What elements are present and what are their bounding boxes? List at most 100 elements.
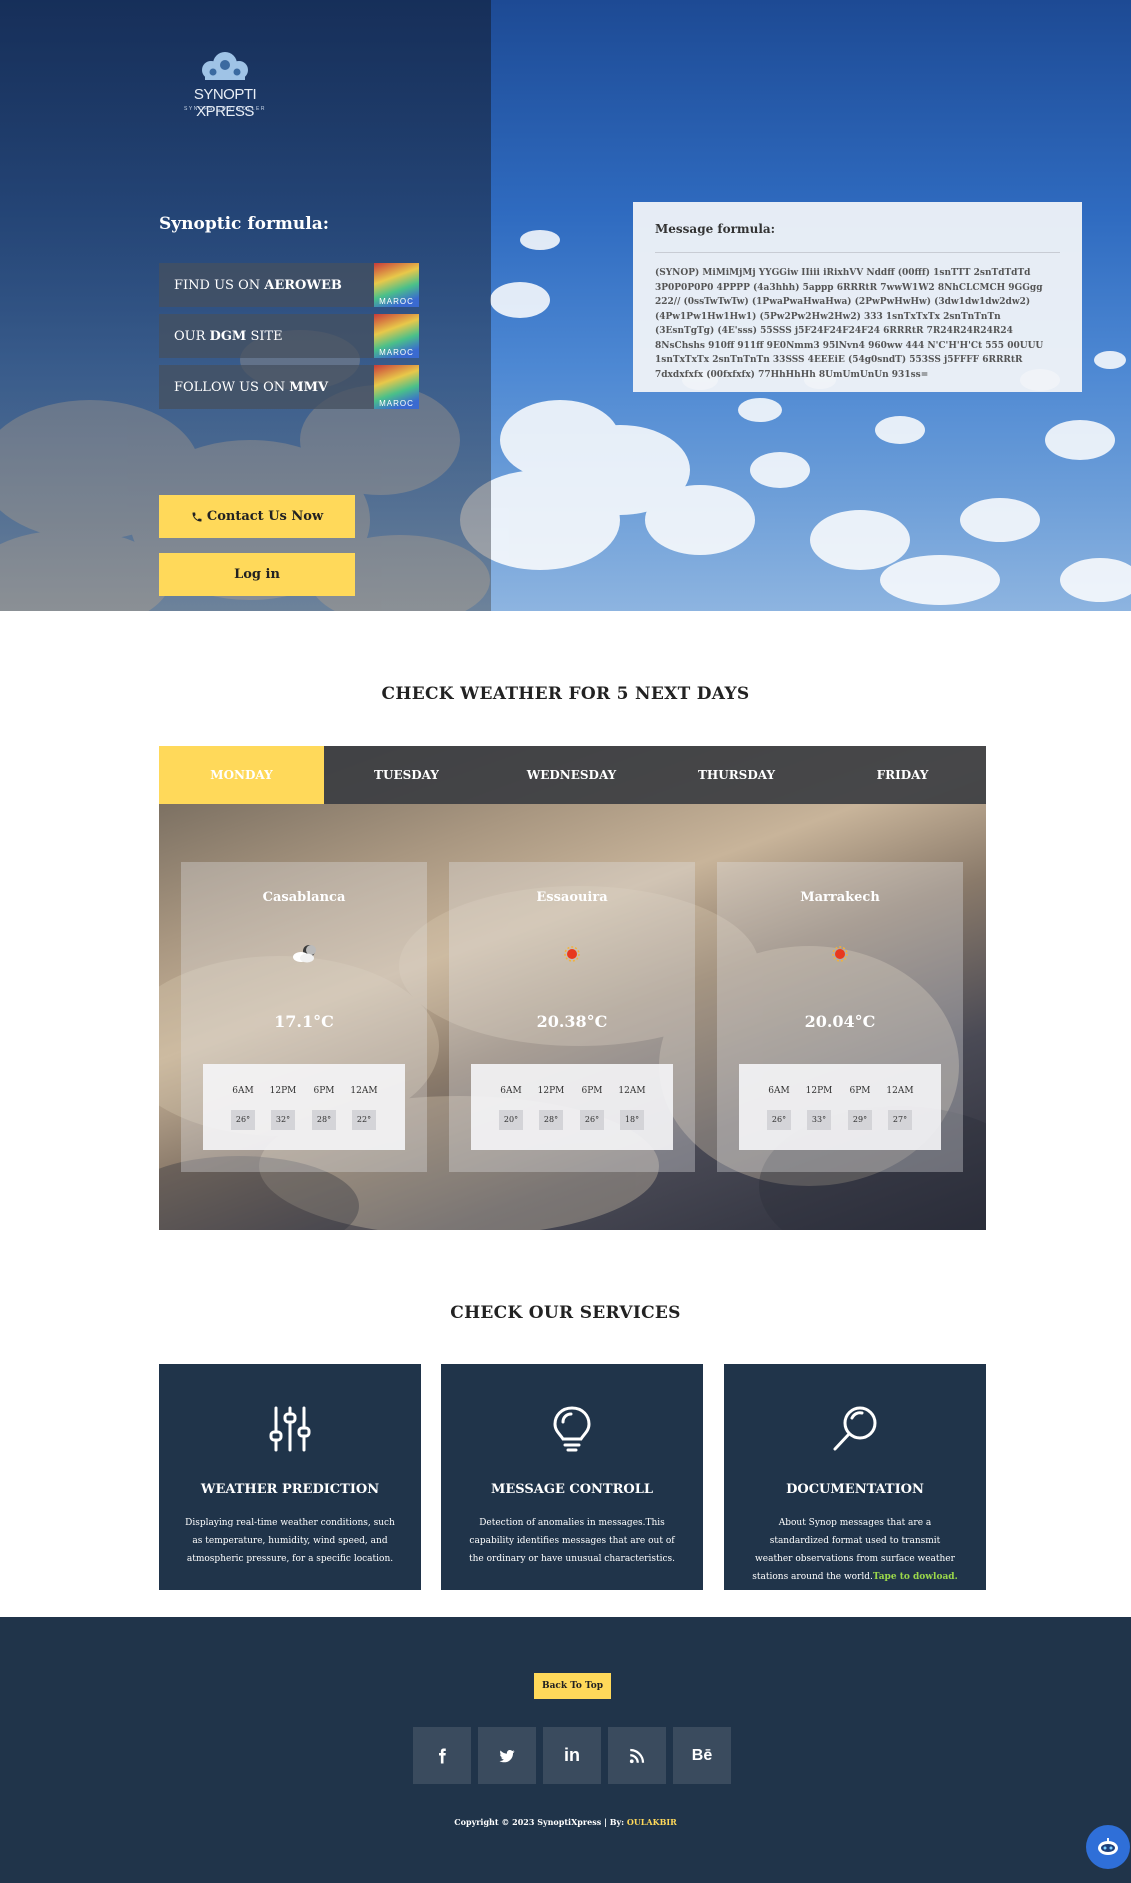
tab-thursday[interactable]: THURSDAY: [654, 746, 819, 804]
hour-temp: 33°: [807, 1110, 831, 1130]
service-title: MESSAGE CONTROLL: [490, 1482, 654, 1497]
service-title: WEATHER PREDICTION: [200, 1482, 380, 1497]
service-card-weather-prediction: WEATHER PREDICTION Displaying real-time …: [159, 1364, 421, 1590]
maroc-badge-icon: MAROC: [374, 263, 419, 307]
hour-temp: 29°: [848, 1110, 872, 1130]
contact-us-button[interactable]: Contact Us Now: [159, 495, 355, 538]
synoptic-formula-title: Synoptic formula:: [159, 214, 330, 234]
copyright-text: Copyright © 2023 SynoptiXpress | By: OUL…: [454, 1817, 677, 1827]
service-title: DOCUMENTATION: [786, 1482, 924, 1497]
weather-section-title: CHECK WEATHER FOR 5 NEXT DAYS: [381, 684, 750, 704]
hour-label: 6AM: [232, 1086, 254, 1096]
message-formula-card: Message formula: (SYNOP) MiMiMjMj YYGGiw…: [633, 202, 1082, 392]
hour-label: 12AM: [886, 1086, 914, 1096]
hour-temp: 20°: [499, 1110, 523, 1130]
link-mmv-label: FOLLOW US ON MMV: [174, 379, 329, 395]
tab-friday[interactable]: FRIDAY: [819, 746, 986, 804]
social-rss[interactable]: [608, 1727, 666, 1784]
city-name: Marrakech: [800, 890, 880, 905]
hourly-forecast: 6AM 12PM 6PM 12AM 26° 33° 29° 27°: [739, 1064, 941, 1150]
city-name: Essaouira: [536, 890, 608, 905]
hour-temp: 28°: [539, 1110, 563, 1130]
hour-temp: 26°: [580, 1110, 604, 1130]
linkedin-icon: in: [564, 1745, 580, 1765]
tab-tuesday[interactable]: TUESDAY: [324, 746, 489, 804]
hour-label: 6PM: [849, 1086, 871, 1096]
message-formula-title: Message formula:: [655, 222, 776, 236]
service-description: Detection of anomalies in messages.This …: [469, 1518, 675, 1564]
hour-label: 12AM: [618, 1086, 646, 1096]
hour-temp: 26°: [767, 1110, 791, 1130]
hour-temp: 18°: [620, 1110, 644, 1130]
social-linkedin[interactable]: in: [543, 1727, 601, 1784]
social-behance[interactable]: Bē: [673, 1727, 731, 1784]
facebook-icon: [439, 1748, 446, 1763]
cloud-gear-logo-icon: [202, 52, 248, 80]
download-link[interactable]: Tape to dowload.: [873, 1572, 958, 1582]
hour-temp: 27°: [888, 1110, 912, 1130]
divider: [655, 252, 1060, 253]
hourly-forecast: 6AM 12PM 6PM 12AM 20° 28° 26° 18°: [471, 1064, 673, 1150]
site-logo[interactable]: SYNOPTI XPRESS SYNOPS CONTROLLER: [170, 48, 280, 120]
login-button[interactable]: Log in: [159, 553, 355, 596]
logo-name: SYNOPTI XPRESS: [193, 86, 257, 120]
service-card-documentation: DOCUMENTATION About Synop messages that …: [724, 1364, 986, 1590]
link-aeroweb[interactable]: FIND US ON AEROWEB MAROC: [159, 263, 419, 307]
sliders-icon: [269, 1406, 311, 1452]
logo-tagline: SYNOPS CONTROLLER: [184, 106, 266, 112]
lightbulb-icon: [553, 1406, 591, 1452]
city-card-marrakech: Marrakech 20.04°C 6AM 12PM 6PM 12AM 26° …: [717, 862, 963, 1172]
city-card-casablanca: Casablanca 17.1°C 6AM 12PM 6PM 12AM 26° …: [181, 862, 427, 1172]
hour-label: 12PM: [537, 1086, 565, 1096]
city-temperature: 20.38°C: [536, 1012, 608, 1031]
behance-icon: Bē: [691, 1746, 713, 1764]
hour-label: 12AM: [350, 1086, 378, 1096]
site-footer: Back To Top in Bē Copyright © 2023 Synop…: [0, 1617, 1131, 1883]
link-dgm-label: OUR DGM SITE: [174, 328, 283, 344]
back-to-top-button[interactable]: Back To Top: [534, 1673, 611, 1699]
search-icon: [833, 1406, 877, 1451]
phone-icon: [192, 512, 202, 521]
social-facebook[interactable]: [413, 1727, 471, 1784]
maroc-badge-icon: MAROC: [374, 365, 419, 409]
city-name: Casablanca: [262, 890, 346, 905]
tab-monday[interactable]: MONDAY: [159, 746, 324, 804]
maroc-badge-icon: MAROC: [374, 314, 419, 358]
hour-label: 12PM: [805, 1086, 833, 1096]
contact-us-label: Contact Us Now: [206, 509, 324, 524]
hero-section: SYNOPTI XPRESS SYNOPS CONTROLLER Synopti…: [0, 0, 1131, 611]
hour-temp: 28°: [312, 1110, 336, 1130]
hourly-forecast: 6AM 12PM 6PM 12AM 26° 32° 28° 22°: [203, 1064, 405, 1150]
city-card-essaouira: Essaouira 20.38°C 6AM 12PM 6PM 12AM 20° …: [449, 862, 695, 1172]
hour-temp: 32°: [271, 1110, 295, 1130]
service-description: Displaying real-time weather conditions,…: [185, 1518, 395, 1564]
link-aeroweb-label: FIND US ON AEROWEB: [174, 277, 342, 293]
author-link[interactable]: OULAKBIR: [627, 1817, 677, 1827]
hour-label: 6PM: [313, 1086, 335, 1096]
day-tabs: MONDAY TUESDAY WEDNESDAY THURSDAY FRIDAY: [159, 746, 986, 804]
services-section-title: CHECK OUR SERVICES: [450, 1303, 681, 1323]
city-temperature: 20.04°C: [804, 1012, 876, 1031]
hour-label: 6AM: [500, 1086, 522, 1096]
tab-wednesday[interactable]: WEDNESDAY: [489, 746, 654, 804]
robot-chat-icon: [1098, 1838, 1118, 1855]
rss-icon: [629, 1748, 645, 1763]
hour-temp: 22°: [352, 1110, 376, 1130]
service-card-message-controll: MESSAGE CONTROLL Detection of anomalies …: [441, 1364, 703, 1590]
link-mmv[interactable]: FOLLOW US ON MMV MAROC: [159, 365, 419, 409]
hour-label: 12PM: [269, 1086, 297, 1096]
chatbot-button[interactable]: [1086, 1825, 1130, 1869]
message-formula-body: (SYNOP) MiMiMjMj YYGGiw IIiii iRixhVV Nd…: [655, 268, 1044, 380]
service-description: About Synop messages that are a standard…: [752, 1518, 958, 1582]
hour-label: 6AM: [768, 1086, 790, 1096]
hour-label: 6PM: [581, 1086, 603, 1096]
weather-panel: MONDAY TUESDAY WEDNESDAY THURSDAY FRIDAY…: [159, 746, 986, 1230]
hour-temp: 26°: [231, 1110, 255, 1130]
sun-icon: [564, 946, 580, 962]
twitter-icon: [499, 1749, 515, 1762]
city-temperature: 17.1°C: [274, 1012, 334, 1031]
sun-icon: [832, 946, 848, 962]
social-twitter[interactable]: [478, 1727, 536, 1784]
cloud-moon-icon: [293, 945, 316, 963]
link-dgm-site[interactable]: OUR DGM SITE MAROC: [159, 314, 419, 358]
